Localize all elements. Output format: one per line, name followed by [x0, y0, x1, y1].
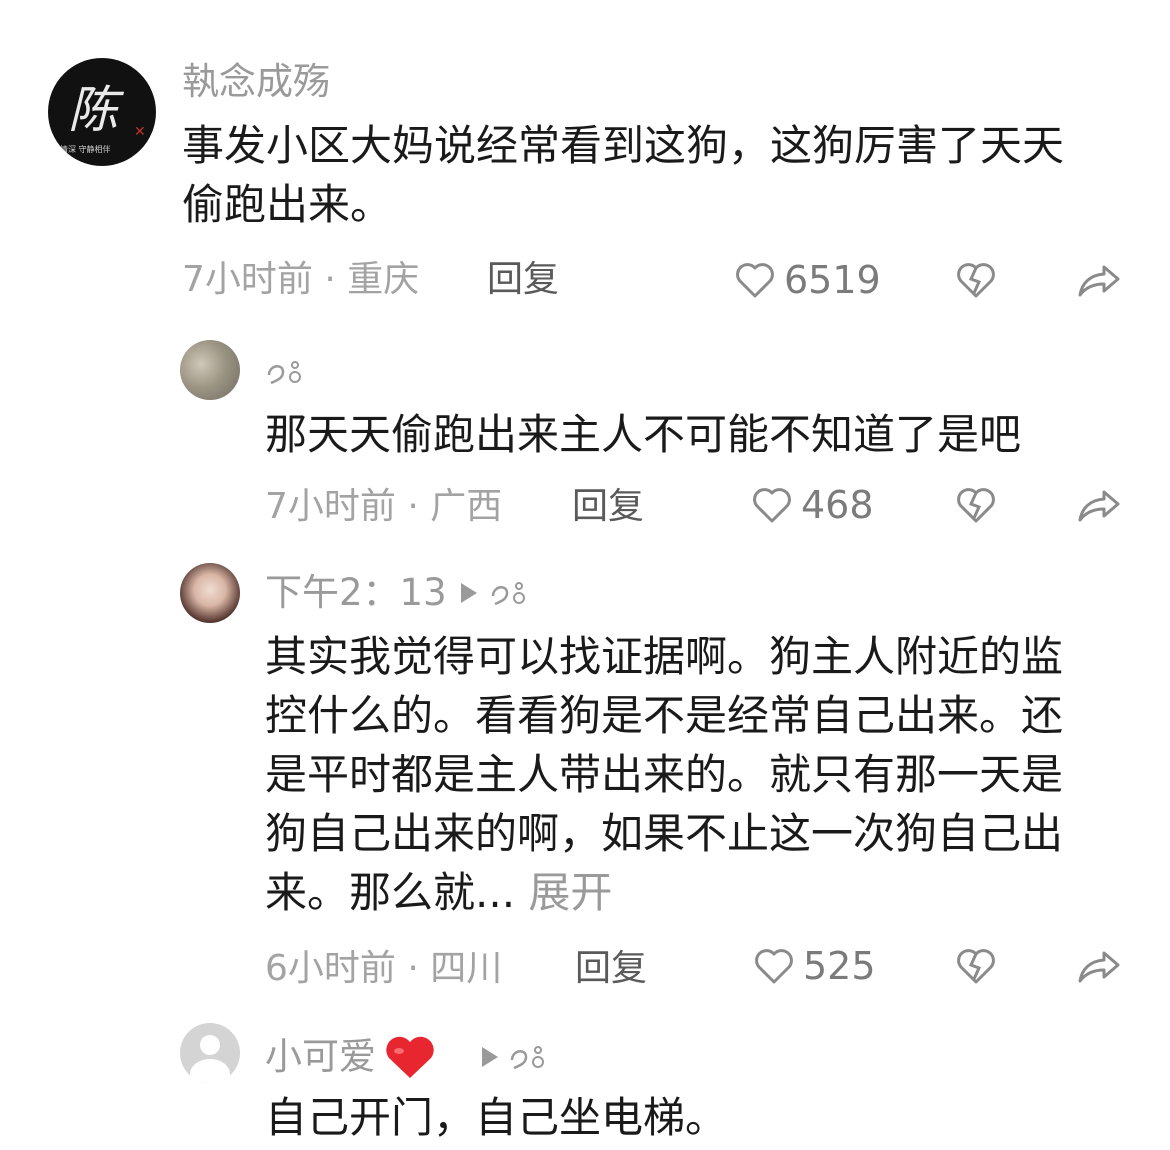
emoji-tag-icon: [510, 1046, 544, 1070]
expand-button[interactable]: 展开: [528, 868, 612, 917]
broken-heart-icon[interactable]: [955, 945, 997, 987]
reply-button[interactable]: 回复: [487, 260, 559, 300]
comment-meta: 7小时前 · 广西: [265, 486, 503, 527]
comment-username[interactable]: 下午2：13: [265, 573, 531, 613]
heart-emoji-icon: [386, 1036, 434, 1078]
share-icon[interactable]: [1076, 947, 1122, 987]
comment-username[interactable]: 小可爱: [265, 1034, 550, 1080]
reply-button[interactable]: 回复: [572, 487, 644, 527]
heart-outline-icon: [755, 949, 793, 984]
avatar-default-head: [200, 1035, 220, 1055]
like-count: 6519: [784, 258, 881, 302]
comment-text: 其实我觉得可以找证据啊。狗主人附近的监控什么的。看看狗是不是经常自己出来。还是平…: [265, 627, 1100, 922]
like-button[interactable]: 468: [751, 483, 874, 527]
broken-heart-icon[interactable]: [955, 259, 997, 301]
avatar[interactable]: [180, 1023, 240, 1083]
reply-button[interactable]: 回复: [575, 949, 647, 989]
avatar-caption: 往情深 守静相伴: [52, 145, 111, 154]
avatar-letter: 陈: [68, 81, 118, 139]
comment-meta: 6小时前 · 四川: [265, 948, 503, 989]
comment-text-body: 其实我觉得可以找证据啊。狗主人附近的监控什么的。看看狗是不是经常自己出来。还是平…: [265, 632, 1064, 917]
comment-username[interactable]: 執念成殇: [182, 62, 330, 102]
share-icon[interactable]: [1076, 261, 1122, 301]
share-icon[interactable]: [1076, 486, 1122, 526]
avatar-default-body: [190, 1059, 230, 1083]
emoji-tag-icon: [267, 361, 301, 385]
comment-username-text: 下午2：13: [265, 571, 447, 614]
comment-text: 那天天偷跑出来主人不可能不知道了是吧: [265, 410, 1022, 459]
avatar-red-mark: ✕: [134, 124, 146, 140]
comment-meta: 7小时前 · 重庆: [182, 259, 420, 300]
reply-arrow-icon: [482, 1047, 498, 1067]
like-count: 525: [803, 944, 876, 988]
heart-outline-icon: [736, 263, 774, 298]
like-button[interactable]: 6519: [734, 258, 881, 302]
broken-heart-icon[interactable]: [955, 484, 997, 526]
avatar[interactable]: [180, 563, 240, 623]
avatar[interactable]: [180, 340, 240, 400]
reply-arrow-icon: [460, 583, 477, 603]
heart-outline-icon: [753, 488, 791, 523]
like-count: 468: [801, 483, 874, 527]
avatar[interactable]: 陈 往情深 守静相伴 ✕: [48, 58, 156, 166]
like-button[interactable]: 525: [753, 944, 876, 988]
comment-text: 自己开门，自己坐电梯。: [265, 1093, 728, 1142]
comment-text: 事发小区大妈说经常看到这狗，这狗厉害了天天偷跑出来。: [182, 121, 1065, 229]
emoji-tag-icon: [491, 582, 525, 606]
comment-username-text: 小可爱: [265, 1035, 376, 1078]
